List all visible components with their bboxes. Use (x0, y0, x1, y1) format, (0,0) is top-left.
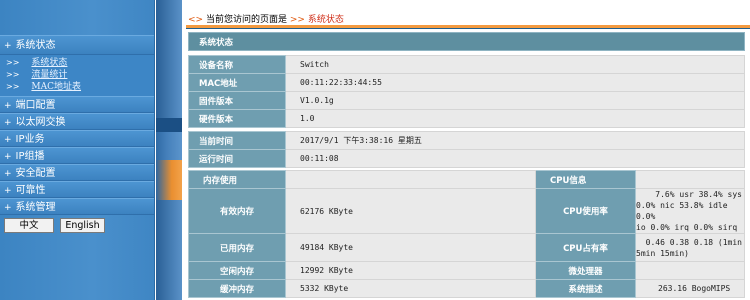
cpu-header-spacer (635, 170, 745, 189)
table-row: 硬件版本 1.0 (188, 109, 745, 128)
system-description-label: 系统描述 (535, 279, 636, 298)
cpu-info-header: CPU信息 (535, 170, 636, 189)
table-row: 运行时间 00:11:08 (188, 149, 745, 168)
available-memory-value: 62176 KByte (285, 188, 536, 234)
sidebar: + 系统状态 >> 系统状态 >> 流量统计 >> MAC地址表 + 端口配置 + 以太网交… (0, 0, 155, 300)
memory-cpu-table: 内存使用 CPU信息 有效内存 62176 KByte CPU使用率 7.6% … (188, 170, 745, 298)
cpu-load-value: 0.46 0.38 0.18 (1min 5min 15min) (635, 233, 745, 262)
table-row: 缓冲内存 5332 KByte 系统描述 263.16 BogoMIPS (188, 279, 745, 298)
table-row: 当前时间 2017/9/1 下午3:38:16 星期五 (188, 131, 745, 150)
breadcrumb-icon: <> (188, 15, 204, 25)
cpu-usage-line: 0.0% nic 53.8% idle 0.0% (636, 201, 728, 221)
hardware-version-label: 硬件版本 (188, 109, 286, 128)
table-row: 已用内存 49184 KByte CPU占有率 0.46 0.38 0.18 (… (188, 233, 745, 262)
breadcrumb-divider-line (186, 28, 750, 29)
chinese-language-button[interactable]: 中文 (4, 218, 54, 233)
sidebar-subitem-system-status[interactable]: >> 系统状态 (0, 57, 154, 69)
cpu-load-label: CPU占有率 (535, 233, 636, 262)
memory-usage-header: 内存使用 (188, 170, 286, 189)
sidebar-top-spacer (0, 0, 154, 35)
current-time-label: 当前时间 (188, 131, 286, 150)
main-content: <> 当前您访问的页面是 >> 系统状态 系统状态 设备名称 Switch MA… (182, 0, 750, 300)
table-row: 内存使用 CPU信息 (188, 170, 745, 189)
sidebar-item-ip-service[interactable]: + IP业务 (0, 130, 154, 147)
buffer-memory-value: 5332 KByte (285, 279, 536, 298)
english-language-button[interactable]: English (60, 218, 105, 233)
processor-label: 微处理器 (535, 261, 636, 280)
available-memory-label: 有效内存 (188, 188, 286, 234)
current-time-value: 2017/9/1 下午3:38:16 星期五 (285, 131, 745, 150)
sidebar-item-reliability[interactable]: + 可靠性 (0, 181, 154, 198)
table-row: 固件版本 V1.0.1g (188, 91, 745, 110)
expand-icon: + (4, 41, 12, 51)
cpu-load-line: 5min 15min) (636, 248, 689, 258)
mac-address-label: MAC地址 (188, 73, 286, 92)
device-info-table: 设备名称 Switch MAC地址 00:11:22:33:44:55 固件版本… (188, 55, 745, 128)
hardware-version-value: 1.0 (285, 109, 745, 128)
sidebar-item-port-config[interactable]: + 端口配置 (0, 96, 154, 113)
device-name-label: 设备名称 (188, 55, 286, 74)
status-title-table: 系统状态 (188, 32, 745, 51)
double-arrow-icon: >> (6, 82, 20, 91)
double-arrow-icon: >> (6, 70, 20, 79)
breadcrumb-separator: >> (289, 15, 305, 25)
expand-icon: + (4, 186, 12, 196)
divider-stripe (156, 0, 182, 118)
firmware-version-label: 固件版本 (188, 91, 286, 110)
cpu-usage-label: CPU使用率 (535, 188, 636, 234)
expand-icon: + (4, 118, 12, 128)
processor-value (635, 261, 745, 280)
table-row: MAC地址 00:11:22:33:44:55 (188, 73, 745, 92)
device-name-value: Switch (285, 55, 745, 74)
uptime-value: 00:11:08 (285, 149, 745, 168)
section-title: 系统状态 (188, 32, 745, 51)
expand-icon: + (4, 135, 12, 145)
table-row: 设备名称 Switch (188, 55, 745, 74)
cpu-usage-value: 7.6% usr 38.4% sys 0.0% nic 53.8% idle 0… (635, 188, 745, 234)
sidebar-submenu: >> 系统状态 >> 流量统计 >> MAC地址表 (0, 55, 154, 96)
language-switcher: 中文 English (0, 215, 154, 233)
system-description-value: 263.16 BogoMIPS (635, 279, 745, 298)
expand-icon: + (4, 203, 12, 213)
sidebar-item-security-config[interactable]: + 安全配置 (0, 164, 154, 181)
expand-icon: + (4, 101, 12, 111)
sidebar-item-label: 系统状态 (15, 40, 56, 51)
uptime-label: 运行时间 (188, 149, 286, 168)
sidebar-item-system-status[interactable]: + 系统状态 (0, 35, 154, 55)
divider-stripe (156, 200, 182, 300)
sidebar-subitem-traffic-stats[interactable]: >> 流量统计 (0, 69, 154, 81)
buffer-memory-label: 缓冲内存 (188, 279, 286, 298)
double-arrow-icon: >> (6, 58, 20, 67)
cpu-load-line: 0.46 0.38 0.18 (1min (645, 237, 742, 247)
used-memory-value: 49184 KByte (285, 233, 536, 262)
frame-divider (156, 0, 182, 300)
divider-stripe (156, 118, 182, 132)
breadcrumb-prefix: 当前您访问的页面是 (205, 15, 287, 25)
expand-icon: + (4, 152, 12, 162)
sidebar-subitem-mac-table[interactable]: >> MAC地址表 (0, 81, 154, 93)
free-memory-value: 12992 KByte (285, 261, 536, 280)
time-info-table: 当前时间 2017/9/1 下午3:38:16 星期五 运行时间 00:11:0… (188, 131, 745, 168)
sidebar-item-ip-multicast[interactable]: + IP组播 (0, 147, 154, 164)
mac-address-value: 00:11:22:33:44:55 (285, 73, 745, 92)
breadcrumb: <> 当前您访问的页面是 >> 系统状态 (188, 12, 344, 25)
expand-icon: + (4, 169, 12, 179)
divider-orange-accent (156, 160, 182, 200)
sidebar-item-system-management[interactable]: + 系统管理 (0, 198, 154, 215)
sidebar-item-ethernet-switch[interactable]: + 以太网交换 (0, 113, 154, 130)
memory-header-spacer (285, 170, 536, 189)
cpu-usage-line: io 0.0% irq 0.0% sirq (636, 223, 738, 232)
used-memory-label: 已用内存 (188, 233, 286, 262)
table-row: 有效内存 62176 KByte CPU使用率 7.6% usr 38.4% s… (188, 188, 745, 234)
breadcrumb-current: 系统状态 (307, 15, 344, 25)
free-memory-label: 空闲内存 (188, 261, 286, 280)
firmware-version-value: V1.0.1g (285, 91, 745, 110)
table-row: 空闲内存 12992 KByte 微处理器 (188, 261, 745, 280)
cpu-usage-line: 7.6% usr 38.4% sys (655, 190, 742, 199)
